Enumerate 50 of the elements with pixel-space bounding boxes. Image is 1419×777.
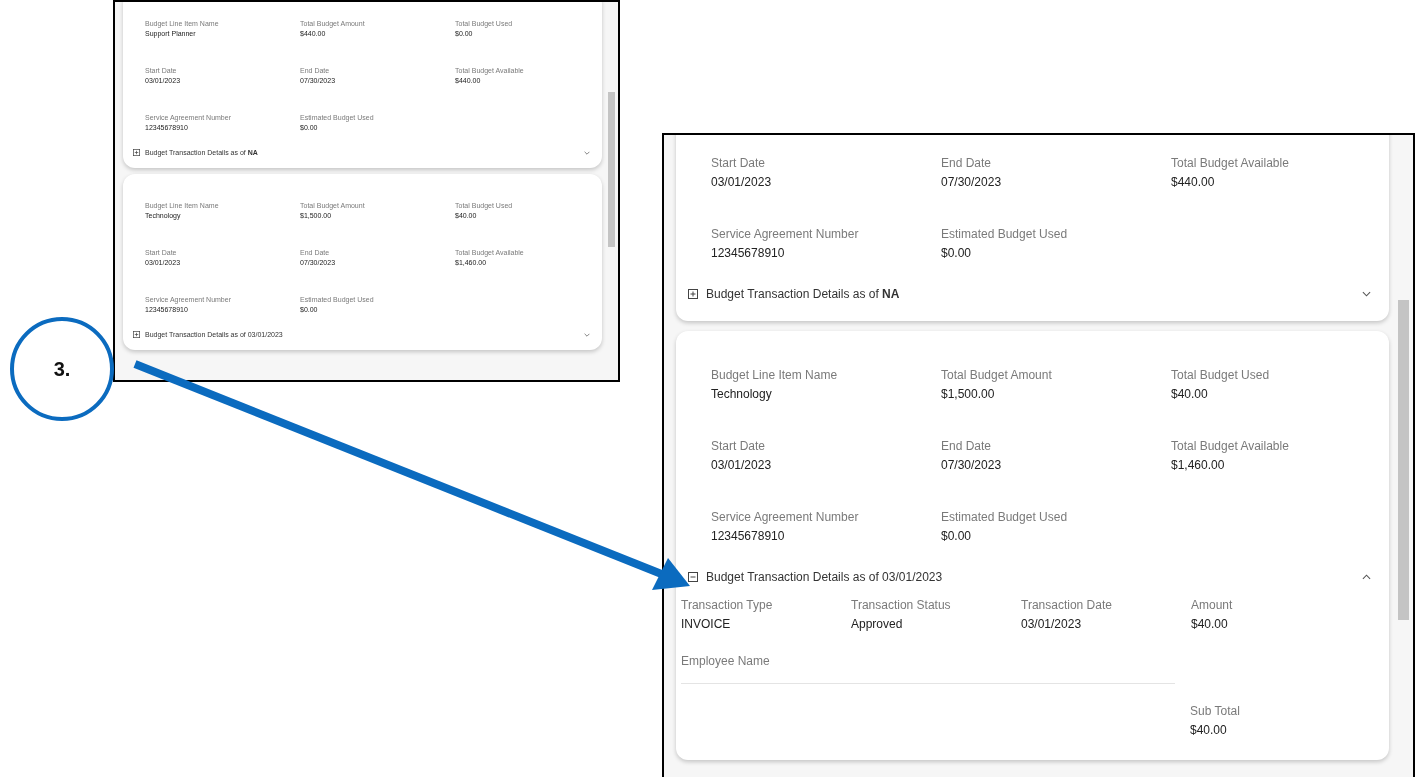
field-label: Sub Total: [1190, 703, 1241, 720]
expand-icon[interactable]: [688, 289, 698, 299]
section-title[interactable]: Budget Transaction Details as of 03/01/2023: [706, 570, 943, 584]
field-label: Start Date: [711, 438, 766, 455]
field-label: Transaction Date: [1021, 597, 1112, 614]
caret-icon[interactable]: [1362, 574, 1371, 580]
field-label: Transaction Type: [681, 597, 773, 614]
field-value: INVOICE: [681, 616, 731, 633]
field-label: End Date: [941, 438, 992, 455]
caret-icon[interactable]: [584, 332, 590, 337]
field-label: Estimated Budget Used: [941, 509, 1068, 526]
field-value: Approved: [851, 616, 903, 633]
field-value: 03/01/2023: [711, 457, 772, 474]
field-label: Service Agreement Number: [711, 226, 859, 243]
field-value: 07/30/2023: [941, 457, 1002, 474]
field-label: Amount: [1191, 597, 1233, 614]
field-label: Total Budget Available: [1171, 438, 1289, 455]
field-label: Estimated Budget Used: [941, 226, 1068, 243]
expand-icon[interactable]: [133, 331, 140, 338]
field-label: Transaction Status: [851, 597, 951, 614]
field-label: Total Budget Used: [1171, 367, 1270, 384]
field-label: Start Date: [711, 155, 766, 172]
field-value: 03/01/2023: [1021, 616, 1082, 633]
field-value: $440.00: [1171, 174, 1215, 191]
field-value: 12345678910: [711, 245, 785, 262]
caret-icon[interactable]: [584, 150, 590, 155]
field-value: 07/30/2023: [941, 174, 1002, 191]
field-value: $0.00: [941, 528, 972, 545]
field-value: 03/01/2023: [711, 174, 772, 191]
field-value: $1,500.00: [941, 386, 995, 403]
field-value: $40.00: [1190, 722, 1228, 739]
field-value: 12345678910: [711, 528, 785, 545]
scrollbar-thumb[interactable]: [1398, 300, 1409, 620]
field-label: Service Agreement Number: [711, 509, 859, 526]
field-label: Employee Name: [681, 653, 771, 670]
step-callout: 3.: [10, 317, 114, 421]
field-value: $1,460.00: [1171, 457, 1225, 474]
field-value: Technology: [711, 386, 772, 403]
field-label: End Date: [941, 155, 992, 172]
scrollbar-thumb[interactable]: [608, 92, 615, 247]
field-value: $40.00: [1191, 616, 1228, 633]
field-value: $0.00: [941, 245, 972, 262]
field-label: Total Budget Amount: [941, 367, 1052, 384]
field-label: Budget Line Item Name: [711, 367, 838, 384]
collapse-icon[interactable]: [688, 572, 698, 582]
field-label: Total Budget Available: [1171, 155, 1289, 172]
expand-icon[interactable]: [133, 149, 140, 156]
field-value: $40.00: [1171, 386, 1208, 403]
section-title[interactable]: Budget Transaction Details as of NA: [706, 287, 900, 301]
caret-icon[interactable]: [1362, 291, 1371, 297]
